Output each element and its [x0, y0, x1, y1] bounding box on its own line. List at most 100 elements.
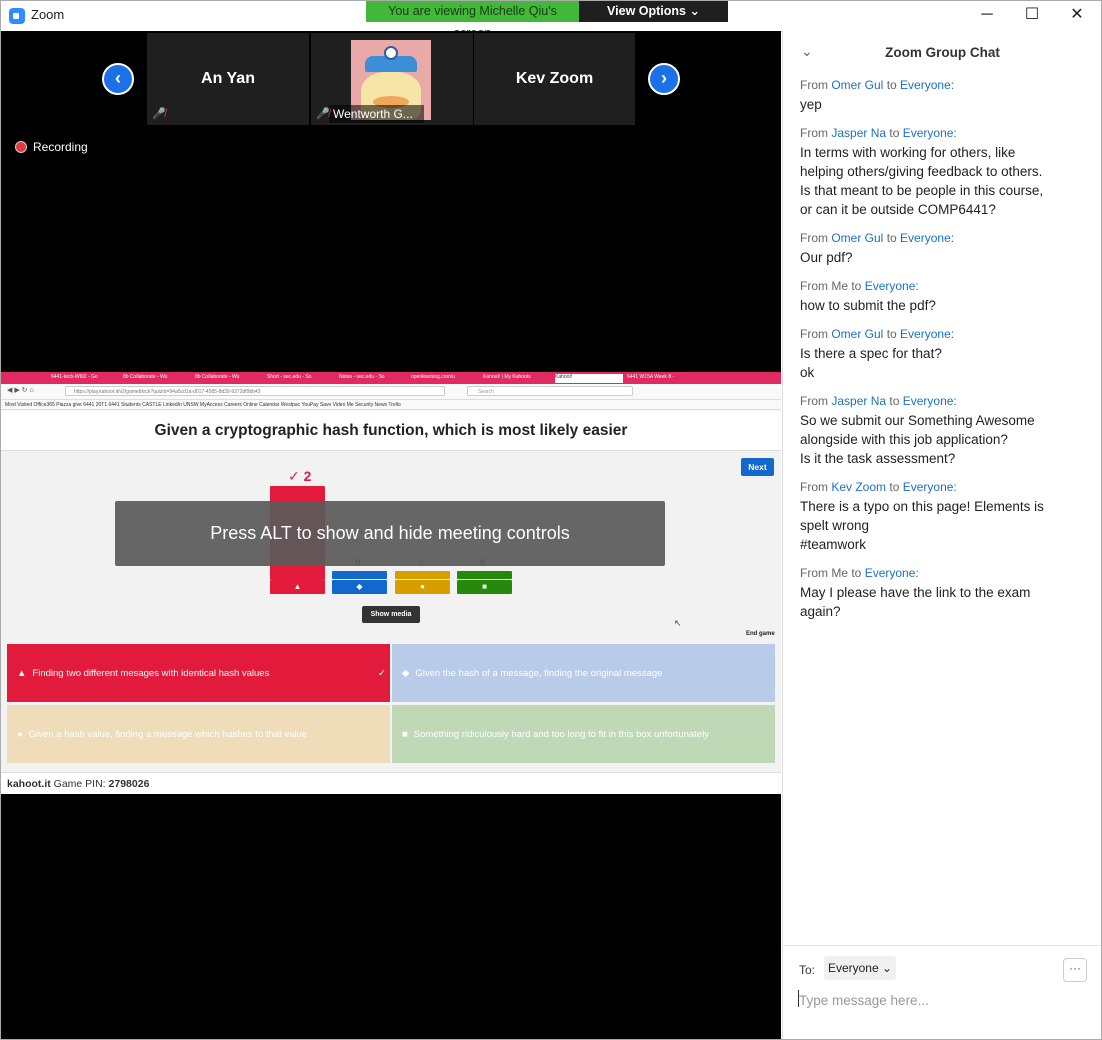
sender-name[interactable]: Kev Zoom — [831, 480, 886, 494]
zoom-logo-icon — [9, 8, 25, 24]
end-game-button[interactable]: End game — [746, 631, 775, 637]
recipient-name[interactable]: Everyone: — [900, 78, 954, 92]
square-icon: ■ — [402, 728, 408, 740]
chat-message-meta: From Jasper Na to Everyone: — [800, 126, 1090, 140]
view-options-button[interactable]: View Options ⌄ — [579, 0, 728, 22]
recipient-name[interactable]: Everyone: — [865, 566, 919, 580]
url-field[interactable]: https://play.kahoot.it/v2/gameblock?quiz… — [65, 386, 445, 396]
answer-option-red[interactable]: ▲ Finding two different mesages with ide… — [7, 644, 390, 702]
chat-message: From Kev Zoom to Everyone: There is a typ… — [800, 480, 1090, 554]
sender-name[interactable]: Me — [831, 279, 848, 293]
browser-address-bar: ◀ ▶ ↻ ⌂ https://play.kahoot.it/v2/gamebl… — [1, 384, 781, 400]
game-pin-label: Game PIN: — [53, 778, 106, 790]
chat-message-text: #teamwork — [800, 537, 867, 552]
sender-name[interactable]: Me — [831, 566, 848, 580]
recipient-name[interactable]: Everyone: — [903, 126, 957, 140]
chat-message-text: Is it the task assessment? — [800, 451, 956, 466]
recipient-name[interactable]: Everyone: — [865, 279, 919, 293]
chat-message-text: There is a typo on this page! Elements i… — [800, 499, 1044, 514]
previous-page-button[interactable]: ‹ — [102, 63, 134, 95]
next-page-button[interactable]: › — [648, 63, 680, 95]
text-cursor — [798, 990, 799, 1007]
browser-tab[interactable]: 8b Collaborate - Wu — [195, 374, 263, 383]
sender-name[interactable]: Jasper Na — [831, 126, 886, 140]
recording-indicator[interactable]: Recording — [15, 140, 88, 154]
chat-message-text: or can it be outside COMP6441? — [800, 202, 996, 217]
to-label: to — [886, 394, 903, 408]
chat-message-text: spelt wrong — [800, 518, 870, 533]
diamond-icon: ◆ — [332, 580, 387, 594]
chat-message-list: From Omer Gul to Everyone: yep From Jasper… — [800, 78, 1090, 633]
recipient-name[interactable]: Everyone: — [903, 394, 957, 408]
browser-tab[interactable]: Notes - sec.edu - So — [339, 374, 407, 383]
chevron-right-icon: › — [661, 68, 667, 88]
next-button[interactable]: Next — [741, 458, 774, 476]
search-field[interactable]: Search — [467, 386, 633, 396]
bookmarks-bar[interactable]: Most Visited Office365 Piazza give 6441 … — [1, 400, 781, 410]
participant-name: An Yan — [201, 70, 255, 87]
browser-tab[interactable]: 6441 W15A Week 8 - — [627, 374, 695, 383]
browser-tab[interactable]: Kahoot! | My Kahoots — [483, 374, 551, 383]
chat-message-text: Is there a spec for that? — [800, 346, 942, 361]
to-label: to — [883, 78, 901, 92]
answer-text: Something ridiculously hard and too long… — [413, 728, 709, 740]
minimize-button[interactable]: ─ — [967, 4, 1007, 26]
to-label: to — [883, 231, 901, 245]
answer-option-yellow[interactable]: ● Given a hash value, finding a message … — [7, 705, 390, 763]
browser-nav-icons: ◀ ▶ ↻ ⌂ — [7, 387, 34, 394]
triangle-icon: ▲ — [17, 667, 27, 679]
participant-name: Kev Zoom — [515, 70, 594, 87]
chat-title: Zoom Group Chat — [885, 45, 1000, 60]
result-bar-yellow — [395, 571, 450, 579]
chat-message-meta: From Omer Gul to Everyone: — [800, 327, 1090, 341]
check-icon: ✓ — [378, 667, 386, 679]
answer-option-blue[interactable]: ◆ Given the hash of a message, finding t… — [392, 644, 775, 702]
correct-count-label: ✓ 2 — [288, 468, 311, 485]
browser-tab[interactable]: 8b Collaborate - Wu — [123, 374, 191, 383]
sender-name[interactable]: Omer Gul — [831, 78, 883, 92]
answer-option-green[interactable]: ■ Something ridiculously hard and too lo… — [392, 705, 775, 763]
close-button[interactable]: ✕ — [1057, 4, 1097, 26]
maximize-button[interactable]: ☐ — [1012, 4, 1052, 26]
chevron-down-icon[interactable]: ⌄ — [801, 43, 813, 60]
to-label: to — [848, 566, 865, 580]
recipient-name[interactable]: Everyone: — [900, 231, 954, 245]
browser-tab[interactable]: Short - sec.edu - So — [267, 374, 335, 383]
browser-tab[interactable]: Kahoot! — [555, 374, 623, 383]
chat-message-text: how to submit the pdf? — [800, 298, 936, 313]
circle-icon: ● — [17, 728, 23, 740]
participant-tile[interactable]: Kev Zoom — [474, 33, 635, 125]
chat-message-text: yep — [800, 97, 822, 112]
result-bar-green — [457, 571, 512, 579]
lamp-shape — [384, 46, 398, 60]
recipient-select[interactable]: Everyone ⌄ — [824, 956, 896, 980]
sender-name[interactable]: Omer Gul — [831, 231, 883, 245]
chat-message-text: Our pdf? — [800, 250, 853, 265]
browser-tab-strip: 6441-tech-W6t2 - Go 8b Collaborate - Wu 8b… — [1, 372, 781, 384]
browser-tab[interactable]: 6441-tech-W6t2 - Go — [51, 374, 119, 383]
sender-name[interactable]: Jasper Na — [831, 394, 886, 408]
participant-tile[interactable]: An Yan 🎤̸ — [147, 33, 309, 125]
browser-tab[interactable]: openlearning.com/u — [411, 374, 479, 383]
meeting-controls-hint: Press ALT to show and hide meeting contr… — [115, 501, 665, 566]
chat-message-meta: From Kev Zoom to Everyone: — [800, 480, 1090, 494]
chat-message: From Me to Everyone: May I please have th… — [800, 566, 1090, 621]
record-icon — [15, 141, 27, 153]
more-options-button[interactable]: ··· — [1063, 958, 1087, 982]
kahoot-brand: kahoot.it — [7, 778, 51, 790]
app-title: Zoom — [31, 7, 65, 22]
show-media-button[interactable]: Show media — [362, 606, 420, 623]
chat-message-input[interactable] — [797, 988, 1091, 1012]
chat-panel: Zoom Group Chat ⌄ From Omer Gul to Every… — [782, 31, 1102, 1039]
game-pin: 2798026 — [108, 778, 150, 790]
chat-message-meta: From Omer Gul to Everyone: — [800, 78, 1090, 92]
from-label: From — [800, 78, 832, 92]
check-icon: ✓ — [288, 468, 300, 484]
chat-message: From Omer Gul to Everyone: Our pdf? — [800, 231, 1090, 267]
recipient-name[interactable]: Everyone: — [903, 480, 957, 494]
answer-text: Given a hash value, finding a message wh… — [28, 728, 308, 740]
recipient-name[interactable]: Everyone: — [900, 327, 954, 341]
sender-name[interactable]: Omer Gul — [831, 327, 883, 341]
to-label: to — [848, 279, 865, 293]
participant-tile[interactable]: 🎤̸ Wentworth G... — [311, 33, 473, 125]
